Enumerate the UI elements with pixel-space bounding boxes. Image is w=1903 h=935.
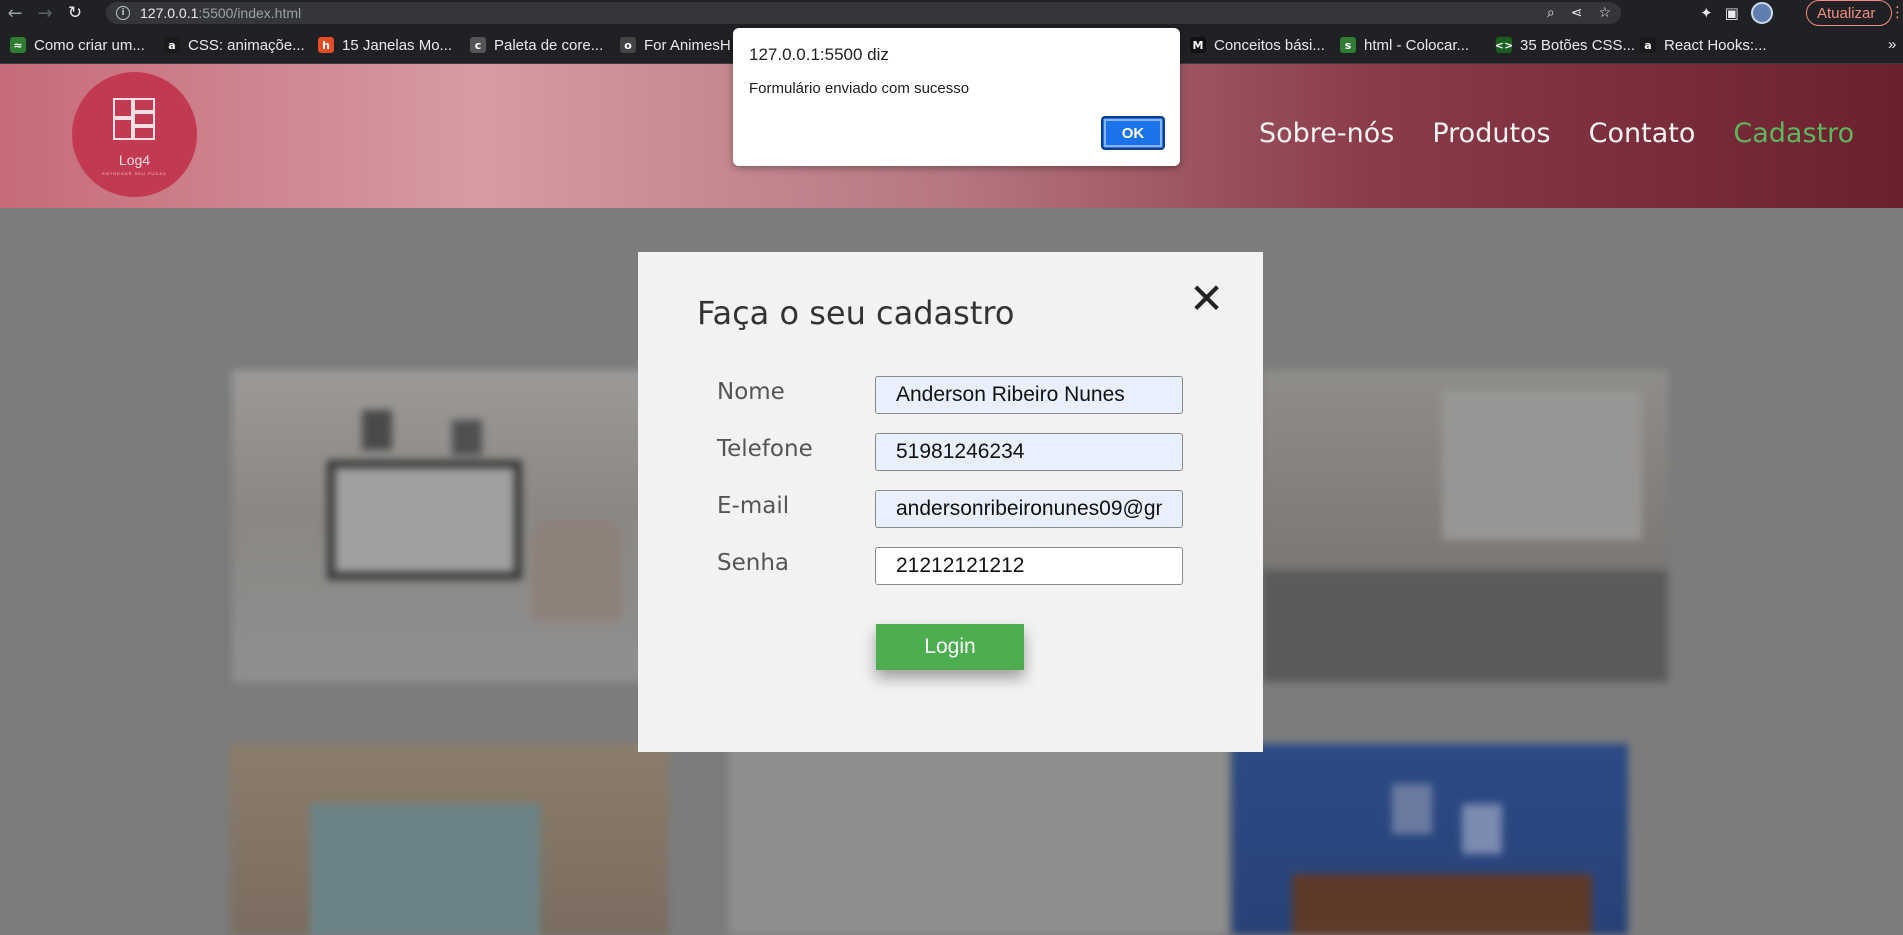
side-panel-icon[interactable]: ▣: [1725, 4, 1739, 22]
bookmark-favicon-icon: ≈: [10, 37, 26, 53]
star-icon[interactable]: ☆: [1598, 5, 1611, 21]
site-logo[interactable]: Log4 ENTREGAR SEU FUGAS: [72, 72, 197, 197]
nav-link-contato[interactable]: Contato: [1589, 118, 1696, 149]
bookmark-item[interactable]: M Conceitos bási...: [1190, 26, 1325, 64]
url-path: :5500/index.html: [198, 5, 302, 21]
extensions-icon[interactable]: ✦: [1700, 4, 1713, 22]
form-row-nome: Nome: [717, 376, 1187, 414]
bookmark-favicon-icon: h: [318, 37, 334, 53]
product-image-living-room: [232, 370, 692, 682]
site-nav: Sobre-nós Produtos Contato Cadastro: [1259, 118, 1854, 149]
site-info-icon[interactable]: i: [116, 6, 130, 20]
nav-link-produtos[interactable]: Produtos: [1432, 118, 1550, 149]
product-image-blue-room: [1232, 744, 1628, 935]
senha-input[interactable]: [875, 547, 1183, 585]
signup-modal: Faça o seu cadastro ✕ Nome Telefone E-ma…: [638, 252, 1263, 752]
logo-grid-icon: [112, 97, 157, 142]
bookmark-label: Conceitos bási...: [1214, 36, 1325, 54]
back-icon[interactable]: ←: [0, 0, 30, 26]
bookmark-item[interactable]: a CSS: animaçõe...: [164, 26, 305, 64]
email-label: E-mail: [717, 493, 790, 519]
product-image-dining-room: [230, 744, 668, 935]
alert-dialog: 127.0.0.1:5500 diz Formulário enviado co…: [733, 28, 1180, 166]
bookmark-favicon-icon: a: [1640, 37, 1656, 53]
logo-name: Log4: [118, 151, 151, 168]
address-bar-actions: ⌕ ⋖ ☆: [1547, 2, 1611, 24]
alert-title: 127.0.0.1:5500 diz: [749, 45, 889, 64]
profile-avatar[interactable]: [1750, 2, 1773, 24]
product-image-kitchen: [1262, 370, 1668, 682]
product-image-white-room: [728, 744, 1228, 935]
senha-label: Senha: [717, 550, 789, 576]
bookmark-label: 35 Botões CSS...: [1520, 36, 1636, 54]
telefone-input[interactable]: [875, 433, 1183, 471]
url-host: 127.0.0.1: [140, 5, 199, 21]
bookmark-label: Paleta de core...: [494, 36, 604, 54]
form-row-telefone: Telefone: [717, 433, 1187, 471]
nome-input[interactable]: [875, 376, 1183, 414]
browser-toolbar: ← → ↻ i 127.0.0.1:5500/index.html ⌕ ⋖ ☆ …: [0, 0, 1903, 26]
alert-ok-button[interactable]: OK: [1101, 116, 1165, 150]
login-button[interactable]: Login: [876, 624, 1024, 670]
bookmark-favicon-icon: M: [1190, 37, 1206, 53]
nav-link-cadastro[interactable]: Cadastro: [1733, 118, 1854, 149]
telefone-label: Telefone: [717, 436, 813, 462]
bookmark-favicon-icon: o: [620, 37, 636, 53]
forward-icon[interactable]: →: [30, 0, 60, 26]
bookmark-label: 15 Janelas Mo...: [342, 36, 453, 54]
reload-icon[interactable]: ↻: [60, 0, 90, 26]
bookmark-item[interactable]: s html - Colocar...: [1340, 26, 1469, 64]
close-icon[interactable]: ✕: [1189, 278, 1224, 320]
form-row-email: E-mail: [717, 490, 1187, 528]
bookmark-favicon-icon: c: [470, 37, 486, 53]
nome-label: Nome: [717, 379, 785, 405]
bookmark-label: Como criar um...: [34, 36, 145, 54]
bookmarks-overflow-icon[interactable]: »: [1888, 36, 1896, 53]
bookmark-item[interactable]: c Paleta de core...: [470, 26, 603, 64]
form-row-senha: Senha: [717, 547, 1187, 585]
menu-icon[interactable]: ⋮: [1890, 3, 1903, 21]
logo-tagline: ENTREGAR SEU FUGAS: [102, 170, 167, 176]
nav-link-sobre-nos[interactable]: Sobre-nós: [1259, 118, 1394, 149]
share-icon[interactable]: ⋖: [1571, 5, 1583, 21]
bookmark-label: CSS: animaçõe...: [188, 36, 305, 54]
alert-message: Formulário enviado com sucesso: [749, 80, 970, 97]
bookmark-favicon-icon: <>: [1494, 37, 1514, 53]
update-button[interactable]: Atualizar: [1806, 0, 1893, 26]
address-bar[interactable]: i 127.0.0.1:5500/index.html ⌕ ⋖ ☆: [106, 2, 1621, 24]
bookmark-label: For AnimesH: [644, 36, 731, 54]
zoom-icon[interactable]: ⌕: [1547, 5, 1555, 21]
bookmark-favicon-icon: s: [1340, 37, 1356, 53]
bookmark-item[interactable]: a React Hooks:...: [1640, 26, 1767, 64]
email-input[interactable]: [875, 490, 1183, 528]
bookmark-label: React Hooks:...: [1664, 36, 1767, 54]
modal-title: Faça o seu cadastro: [697, 294, 1015, 332]
bookmark-item[interactable]: <> 35 Botões CSS...: [1494, 26, 1636, 64]
bookmark-favicon-icon: a: [164, 37, 180, 53]
browser-extensions: ✦ ▣: [1700, 0, 1773, 26]
bookmark-label: html - Colocar...: [1364, 36, 1470, 54]
bookmark-item[interactable]: o For AnimesH: [620, 26, 731, 64]
bookmark-item[interactable]: ≈ Como criar um...: [10, 26, 145, 64]
bookmark-item[interactable]: h 15 Janelas Mo...: [318, 26, 452, 64]
